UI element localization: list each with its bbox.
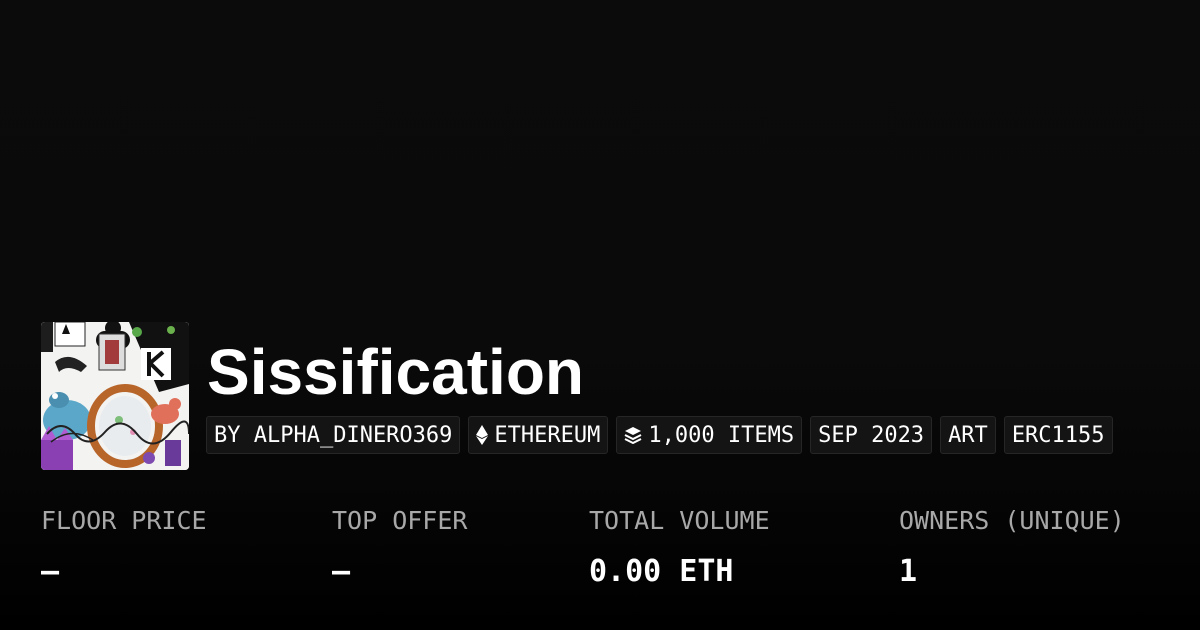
stat-owners: OWNERS (UNIQUE) 1	[899, 504, 1125, 590]
layers-icon	[624, 426, 642, 444]
creator-tag-label: BY ALPHA_DINERO369	[214, 422, 453, 448]
stat-value: 0.00 ETH	[589, 554, 734, 589]
collection-tags: BY ALPHA_DINERO369 ETHEREUM 1,000 ITEMS	[206, 416, 1113, 454]
stat-label: FLOOR PRICE	[41, 506, 207, 535]
stat-top-offer: TOP OFFER —	[332, 504, 467, 590]
date-tag: SEP 2023	[810, 416, 933, 454]
collection-preview-card: Sissification BY ALPHA_DINERO369 ETHEREU…	[0, 0, 1200, 630]
items-tag[interactable]: 1,000 ITEMS	[616, 416, 803, 454]
stat-floor-price: FLOOR PRICE —	[41, 504, 207, 590]
stat-value: 1	[899, 554, 918, 589]
category-tag[interactable]: ART	[940, 416, 996, 454]
collection-avatar	[41, 322, 189, 470]
creator-tag[interactable]: BY ALPHA_DINERO369	[206, 416, 461, 454]
stat-total-volume: TOTAL VOLUME 0.00 ETH	[589, 504, 770, 590]
ethereum-icon	[476, 425, 489, 445]
chain-tag-label: ETHEREUM	[494, 422, 601, 448]
date-tag-label: SEP 2023	[818, 422, 925, 448]
category-tag-label: ART	[948, 422, 988, 448]
stat-label: TOP OFFER	[332, 506, 468, 535]
stat-label: TOTAL VOLUME	[589, 506, 770, 535]
collection-title: Sissification	[207, 336, 584, 408]
token-standard-tag-label: ERC1155	[1011, 422, 1105, 448]
token-standard-tag: ERC1155	[1003, 416, 1113, 454]
stat-label: OWNERS (UNIQUE)	[899, 506, 1125, 535]
collection-artwork-image	[41, 322, 189, 470]
items-tag-label: 1,000 ITEMS	[648, 422, 795, 448]
chain-tag[interactable]: ETHEREUM	[468, 416, 609, 454]
stat-value: —	[41, 554, 60, 589]
stat-value: —	[332, 554, 351, 589]
